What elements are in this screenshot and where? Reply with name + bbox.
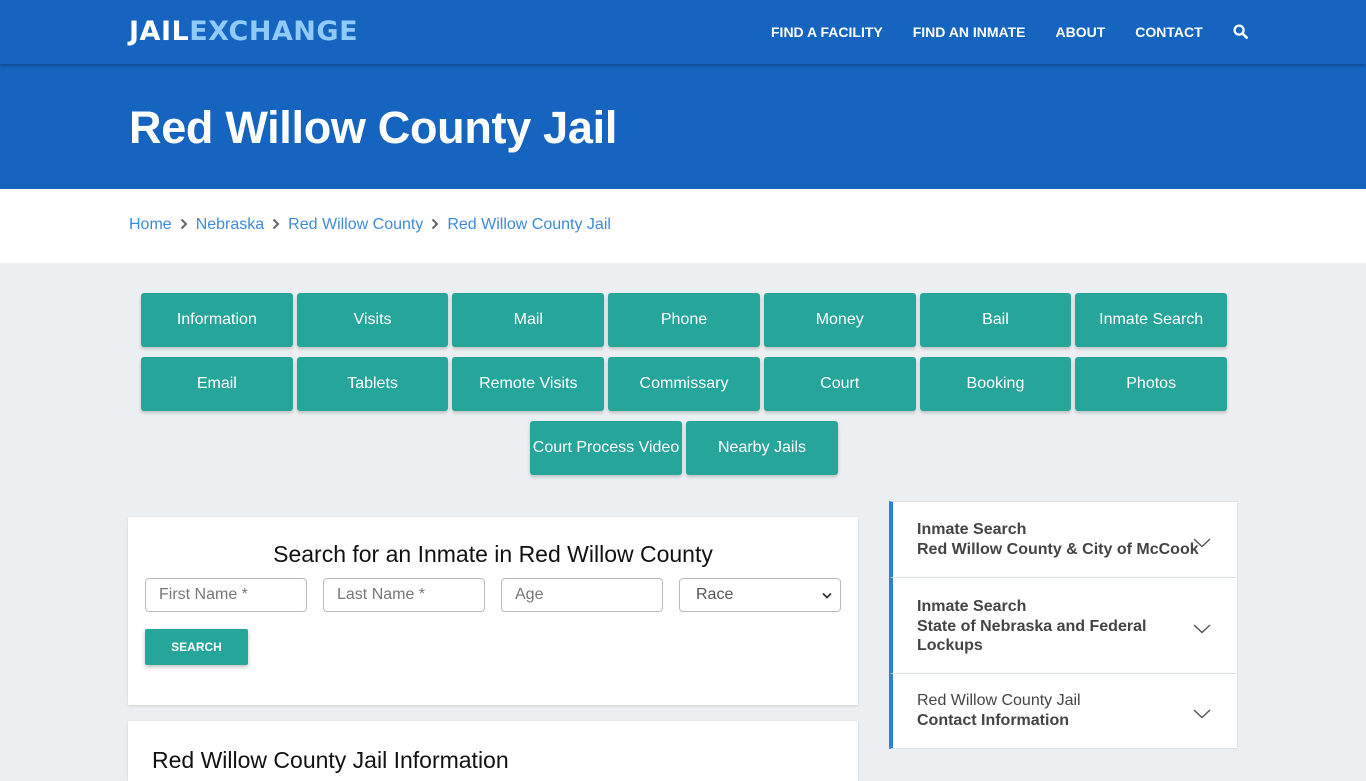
tile-booking[interactable]: Booking [919,357,1072,411]
accordion-line1: Inmate Search [917,521,1027,538]
tile-commissary[interactable]: Commissary [608,357,760,411]
breadcrumb-home[interactable]: Home [129,216,172,234]
chevron-down-icon [1193,706,1211,719]
chevron-down-icon [1193,621,1211,633]
search-card-title: Search for an Inmate in Red Willow Count… [273,541,713,567]
page-title: Red Willow County Jail [129,102,618,153]
first-name-input[interactable]: First Name * [145,578,307,612]
tile-phone[interactable]: Phone [608,293,760,347]
accordion-line2: State of Nebraska and Federal Lockups [917,617,1147,655]
nav-about[interactable]: ABOUT [1056,24,1106,40]
search-icon[interactable] [1233,24,1249,40]
nav-find-facility[interactable]: FIND A FACILITY [771,24,883,40]
race-select-value: Race [696,586,734,603]
breadcrumb-state[interactable]: Nebraska [196,216,264,234]
section-tiles: Information Visits Mail Phone Money Bail… [139,293,1229,485]
jail-info-card: Red Willow County Jail Information [128,721,858,781]
tile-visits[interactable]: Visits [296,293,449,347]
last-name-input[interactable]: Last Name * [323,578,485,612]
page-hero: Red Willow County Jail [0,64,1366,189]
logo-jail: JAIL [129,16,190,47]
search-button[interactable]: SEARCH [145,629,248,665]
inmate-search-card: Search for an Inmate in Red Willow Count… [128,517,858,705]
tile-row: Information Visits Mail Phone Money Bail… [139,293,1229,347]
main-nav: FIND A FACILITY FIND AN INMATE ABOUT CON… [771,0,1249,64]
accordion-county-search[interactable]: Inmate Search Red Willow County & City o… [889,501,1238,578]
tile-information[interactable]: Information [140,293,293,347]
accordion-line2: Contact Information [917,711,1069,729]
tile-court[interactable]: Court [763,357,916,411]
accordion-line2: Red Willow County & City of McCook [917,540,1199,558]
tile-remote-visits[interactable]: Remote Visits [452,357,605,411]
tile-tablets[interactable]: Tablets [296,357,449,411]
race-select[interactable]: Race [679,578,841,612]
tile-money[interactable]: Money [763,293,916,347]
accordion-contact-info[interactable]: Red Willow County Jail Contact Informati… [889,674,1238,749]
info-card-title: Red Willow County Jail Information [152,747,509,773]
top-navbar: JAILEXCHANGE FIND A FACILITY FIND AN INM… [0,0,1366,64]
tile-photos[interactable]: Photos [1075,357,1228,411]
nav-contact[interactable]: CONTACT [1135,24,1202,40]
site-logo[interactable]: JAILEXCHANGE [129,16,358,47]
chevron-right-icon [172,217,196,233]
chevron-right-icon [264,217,288,233]
chevron-right-icon [423,217,447,233]
tile-inmate-search[interactable]: Inmate Search [1075,293,1228,347]
tile-court-process-video[interactable]: Court Process Video [530,421,682,475]
tile-row: Court Process Video Nearby Jails [139,421,1229,475]
breadcrumb: Home Nebraska Red Willow County Red Will… [0,189,1366,263]
nav-find-inmate[interactable]: FIND AN INMATE [913,24,1026,40]
accordion-line1: Red Willow County Jail [917,692,1081,709]
age-input[interactable]: Age [501,578,663,612]
logo-exchange: EXCHANGE [189,16,359,47]
tile-bail[interactable]: Bail [919,293,1072,347]
breadcrumb-current[interactable]: Red Willow County Jail [447,216,611,234]
sidebar-accordion: Inmate Search Red Willow County & City o… [889,501,1238,749]
tile-row: Email Tablets Remote Visits Commissary C… [139,357,1229,411]
tile-email[interactable]: Email [140,357,293,411]
accordion-state-federal-search[interactable]: Inmate Search State of Nebraska and Fede… [889,578,1238,674]
tile-nearby-jails[interactable]: Nearby Jails [686,421,838,475]
tile-mail[interactable]: Mail [452,293,605,347]
breadcrumb-county[interactable]: Red Willow County [288,216,423,234]
accordion-line1: Inmate Search [917,598,1027,615]
chevron-down-icon [822,586,832,604]
chevron-down-icon [1193,535,1211,547]
